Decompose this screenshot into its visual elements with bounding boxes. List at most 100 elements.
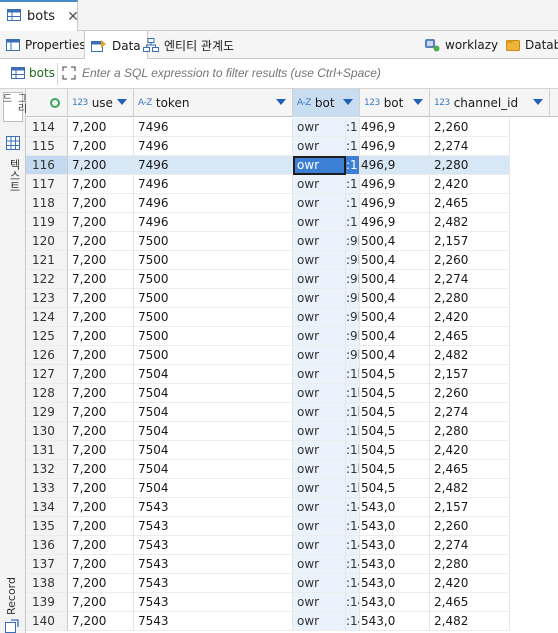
table-cell-token[interactable]: 7504 bbox=[134, 479, 293, 498]
table-cell-use[interactable]: 7,200 bbox=[68, 593, 134, 612]
table-row[interactable]: 1387,2007543owr:14543,02,420 bbox=[26, 574, 558, 593]
table-cell-bot[interactable]: owr bbox=[293, 232, 346, 251]
table-cell-bot2a[interactable]: :1b bbox=[346, 422, 360, 441]
table-cell-ch[interactable]: 2,274 bbox=[430, 270, 510, 289]
sort-dropdown-icon[interactable] bbox=[343, 99, 353, 105]
row-number-cell[interactable]: 138 bbox=[26, 574, 68, 593]
row-number-cell[interactable]: 137 bbox=[26, 555, 68, 574]
table-cell-token[interactable]: 7543 bbox=[134, 612, 293, 631]
table-cell-bot[interactable]: owr bbox=[293, 270, 346, 289]
table-cell-use[interactable]: 7,200 bbox=[68, 574, 134, 593]
table-cell-token[interactable]: 7496 bbox=[134, 137, 293, 156]
table-cell-bot2b[interactable]: 543,0 bbox=[360, 555, 430, 574]
column-header-channel-id[interactable]: 123 channel_id bbox=[430, 89, 550, 117]
table-row[interactable]: 1197,2007496owr:11496,92,482 bbox=[26, 213, 558, 232]
table-cell-use[interactable]: 7,200 bbox=[68, 498, 134, 517]
table-cell-bot2b[interactable]: 496,9 bbox=[360, 175, 430, 194]
table-cell-token[interactable]: 7504 bbox=[134, 365, 293, 384]
table-cell-bot2b[interactable]: 543,0 bbox=[360, 517, 430, 536]
row-number-cell[interactable]: 123 bbox=[26, 289, 68, 308]
table-cell-token[interactable]: 7500 bbox=[134, 346, 293, 365]
table-cell-bot2a[interactable]: :11 bbox=[346, 175, 360, 194]
table-row[interactable]: 1207,2007500owr:9b500,42,157 bbox=[26, 232, 558, 251]
table-cell-use[interactable]: 7,200 bbox=[68, 137, 134, 156]
table-cell-use[interactable]: 7,200 bbox=[68, 384, 134, 403]
row-number-cell[interactable]: 131 bbox=[26, 441, 68, 460]
expand-icon[interactable] bbox=[62, 66, 76, 83]
table-cell-use[interactable]: 7,200 bbox=[68, 346, 134, 365]
table-cell-use[interactable]: 7,200 bbox=[68, 327, 134, 346]
table-cell-token[interactable]: 7500 bbox=[134, 251, 293, 270]
table-cell-bot2a[interactable]: :14 bbox=[346, 574, 360, 593]
table-row[interactable]: 1237,2007500owr:9b500,42,280 bbox=[26, 289, 558, 308]
table-cell-bot[interactable]: owr bbox=[293, 289, 346, 308]
table-row[interactable]: 1327,2007504owr:1b504,52,465 bbox=[26, 460, 558, 479]
table-cell-bot2a[interactable]: :1b bbox=[346, 365, 360, 384]
table-row[interactable]: 1187,2007496owr:11496,92,465 bbox=[26, 194, 558, 213]
grid-icon[interactable] bbox=[6, 136, 20, 153]
table-cell-bot2a[interactable]: :14 bbox=[346, 555, 360, 574]
table-cell-ch[interactable]: 2,280 bbox=[430, 289, 510, 308]
table-cell-bot2a[interactable]: :11 bbox=[346, 137, 360, 156]
table-cell-bot2b[interactable]: 543,0 bbox=[360, 498, 430, 517]
table-cell-ch[interactable]: 2,482 bbox=[430, 479, 510, 498]
table-cell-bot2a[interactable]: :9b bbox=[346, 270, 360, 289]
result-grid[interactable]: 123 use A-Z token A-Z bot 123 bot 123 ch… bbox=[26, 89, 558, 633]
table-cell-bot2b[interactable]: 543,0 bbox=[360, 612, 430, 631]
table-cell-bot2a[interactable]: :14 bbox=[346, 536, 360, 555]
table-row[interactable]: 1217,2007500owr:9b500,42,260 bbox=[26, 251, 558, 270]
table-cell-bot2a[interactable]: :9b bbox=[346, 251, 360, 270]
row-number-cell[interactable]: 125 bbox=[26, 327, 68, 346]
table-cell-ch[interactable]: 2,465 bbox=[430, 460, 510, 479]
table-cell-bot2b[interactable]: 500,4 bbox=[360, 270, 430, 289]
sort-dropdown-icon[interactable] bbox=[276, 99, 286, 105]
table-cell-token[interactable]: 7500 bbox=[134, 308, 293, 327]
side-tab-grid[interactable]: 그리드 bbox=[0, 92, 26, 122]
table-cell-bot[interactable]: owr bbox=[293, 403, 346, 422]
table-cell-ch[interactable]: 2,157 bbox=[430, 365, 510, 384]
row-number-cell[interactable]: 127 bbox=[26, 365, 68, 384]
table-cell-bot[interactable]: owr bbox=[293, 422, 346, 441]
row-number-cell[interactable]: 115 bbox=[26, 137, 68, 156]
table-cell-use[interactable]: 7,200 bbox=[68, 403, 134, 422]
table-row[interactable]: 1267,2007500owr:9b500,42,482 bbox=[26, 346, 558, 365]
table-row[interactable]: 1227,2007500owr:9b500,42,274 bbox=[26, 270, 558, 289]
table-cell-use[interactable]: 7,200 bbox=[68, 194, 134, 213]
table-cell-bot2b[interactable]: 504,5 bbox=[360, 403, 430, 422]
row-number-cell[interactable]: 135 bbox=[26, 517, 68, 536]
table-cell-bot2b[interactable]: 500,4 bbox=[360, 289, 430, 308]
table-cell-bot2a[interactable]: :11 bbox=[346, 194, 360, 213]
row-number-cell[interactable]: 118 bbox=[26, 194, 68, 213]
table-cell-bot[interactable]: owr bbox=[293, 441, 346, 460]
table-cell-use[interactable]: 7,200 bbox=[68, 517, 134, 536]
table-cell-bot2b[interactable]: 496,9 bbox=[360, 194, 430, 213]
table-cell-bot2a[interactable]: :1b bbox=[346, 403, 360, 422]
tab-properties[interactable]: Properties bbox=[0, 31, 92, 59]
table-cell-bot[interactable]: owr bbox=[293, 536, 346, 555]
table-cell-ch[interactable]: 2,260 bbox=[430, 251, 510, 270]
table-row[interactable]: 1357,2007543owr:14543,02,260 bbox=[26, 517, 558, 536]
table-cell-bot[interactable]: owr bbox=[293, 555, 346, 574]
table-cell-use[interactable]: 7,200 bbox=[68, 308, 134, 327]
table-cell-bot[interactable]: owr bbox=[293, 156, 346, 175]
column-header-token[interactable]: A-Z token bbox=[134, 89, 293, 117]
database-selector[interactable]: Datab bbox=[506, 31, 558, 59]
table-cell-use[interactable]: 7,200 bbox=[68, 422, 134, 441]
row-number-cell[interactable]: 119 bbox=[26, 213, 68, 232]
table-cell-use[interactable]: 7,200 bbox=[68, 365, 134, 384]
table-cell-bot[interactable]: owr bbox=[293, 384, 346, 403]
tab-er-diagram[interactable]: 엔티티 관계도 bbox=[137, 31, 240, 59]
table-cell-bot[interactable]: owr bbox=[293, 175, 346, 194]
table-cell-ch[interactable]: 2,420 bbox=[430, 308, 510, 327]
table-cell-use[interactable]: 7,200 bbox=[68, 175, 134, 194]
table-cell-use[interactable]: 7,200 bbox=[68, 251, 134, 270]
table-cell-ch[interactable]: 2,420 bbox=[430, 441, 510, 460]
column-header-use[interactable]: 123 use bbox=[68, 89, 134, 117]
table-cell-ch[interactable]: 2,274 bbox=[430, 403, 510, 422]
table-cell-use[interactable]: 7,200 bbox=[68, 555, 134, 574]
row-number-cell[interactable]: 126 bbox=[26, 346, 68, 365]
table-cell-ch[interactable]: 2,280 bbox=[430, 555, 510, 574]
table-cell-bot[interactable]: owr bbox=[293, 213, 346, 232]
table-cell-bot[interactable]: owr bbox=[293, 346, 346, 365]
table-row[interactable]: 1407,2007543owr:14543,02,482 bbox=[26, 612, 558, 631]
